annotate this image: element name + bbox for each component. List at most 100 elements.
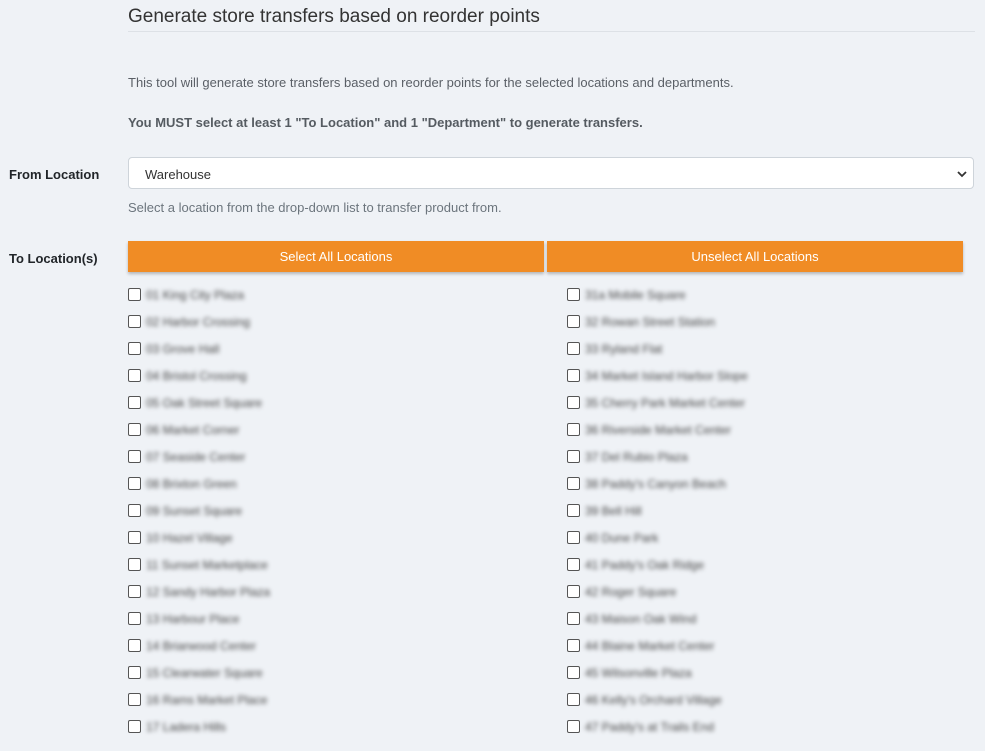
location-checkbox[interactable] [567, 531, 580, 544]
location-option[interactable]: 09 Sunset Square [128, 497, 270, 524]
location-option[interactable]: 39 Bell Hill [567, 497, 748, 524]
location-label: 41 Paddy's Oak Ridge [585, 557, 705, 572]
location-label: 14 Briarwood Center [146, 638, 257, 653]
from-location-select[interactable]: Warehouse [128, 157, 974, 189]
location-option[interactable]: 36 Riverside Market Center [567, 416, 748, 443]
title-divider [128, 31, 975, 32]
location-option[interactable]: 41 Paddy's Oak Ridge [567, 551, 748, 578]
location-checkbox[interactable] [567, 342, 580, 355]
location-checkbox[interactable] [567, 639, 580, 652]
location-label: 08 Brixton Green [146, 476, 237, 491]
location-label: 44 Blaine Market Center [585, 638, 715, 653]
location-label: 15 Clearwater Square [146, 665, 263, 680]
location-checkbox[interactable] [128, 585, 141, 598]
location-checkbox[interactable] [128, 504, 141, 517]
location-option[interactable]: 13 Harbour Place [128, 605, 270, 632]
location-checkbox[interactable] [567, 504, 580, 517]
location-checkbox[interactable] [128, 423, 141, 436]
location-checkbox[interactable] [128, 720, 141, 733]
location-checkbox[interactable] [567, 477, 580, 490]
location-label: 11 Sunset Marketplace [146, 557, 268, 572]
location-checkbox[interactable] [567, 396, 580, 409]
unselect-all-locations-button[interactable]: Unselect All Locations [547, 241, 963, 272]
from-location-value: Warehouse [145, 167, 211, 182]
location-option[interactable]: 47 Paddy's at Trails End [567, 713, 748, 740]
location-checkbox[interactable] [128, 396, 141, 409]
location-checkbox[interactable] [128, 639, 141, 652]
location-option[interactable]: 15 Clearwater Square [128, 659, 270, 686]
location-checkbox[interactable] [128, 288, 141, 301]
location-option[interactable]: 01 King City Plaza [128, 281, 270, 308]
location-option[interactable]: 31a Mobile Square [567, 281, 748, 308]
location-label: 06 Market Corner [146, 422, 240, 437]
location-checkbox[interactable] [128, 450, 141, 463]
location-label: 47 Paddy's at Trails End [585, 719, 715, 734]
location-label: 39 Bell Hill [585, 503, 642, 518]
location-checkbox[interactable] [128, 477, 141, 490]
location-option[interactable]: 03 Grove Hall [128, 335, 270, 362]
location-checkbox[interactable] [128, 558, 141, 571]
location-label: 32 Rowan Street Station [585, 314, 716, 329]
location-label: 13 Harbour Place [146, 611, 240, 626]
location-option[interactable]: 32 Rowan Street Station [567, 308, 748, 335]
location-option[interactable]: 12 Sandy Harbor Plaza [128, 578, 270, 605]
location-option[interactable]: 35 Cherry Park Market Center [567, 389, 748, 416]
location-label: 38 Paddy's Canyon Beach [585, 476, 727, 491]
location-checkbox[interactable] [567, 720, 580, 733]
location-checkbox[interactable] [567, 423, 580, 436]
location-checkbox[interactable] [567, 666, 580, 679]
location-option[interactable]: 02 Harbor Crossing [128, 308, 270, 335]
location-option[interactable]: 06 Market Corner [128, 416, 270, 443]
location-label: 43 Maison Oak Wind [585, 611, 697, 626]
location-label: 10 Hazel Village [146, 530, 233, 545]
page-title: Generate store transfers based on reorde… [128, 6, 540, 27]
location-checkbox[interactable] [567, 450, 580, 463]
location-checkbox[interactable] [128, 693, 141, 706]
location-option[interactable]: 17 Ladera Hills [128, 713, 270, 740]
location-checkbox[interactable] [128, 612, 141, 625]
location-checkbox[interactable] [567, 693, 580, 706]
location-option[interactable]: 38 Paddy's Canyon Beach [567, 470, 748, 497]
location-option[interactable]: 45 Wilsonville Plaza [567, 659, 748, 686]
to-locations-label: To Location(s) [9, 251, 98, 266]
select-all-locations-button[interactable]: Select All Locations [128, 241, 544, 272]
location-label: 35 Cherry Park Market Center [585, 395, 746, 410]
location-label: 31a Mobile Square [585, 287, 686, 302]
warning-text: You MUST select at least 1 "To Location"… [128, 115, 643, 130]
location-checkbox[interactable] [567, 288, 580, 301]
location-option[interactable]: 33 Ryland Flat [567, 335, 748, 362]
location-option[interactable]: 14 Briarwood Center [128, 632, 270, 659]
location-option[interactable]: 07 Seaside Center [128, 443, 270, 470]
location-label: 05 Oak Street Square [146, 395, 263, 410]
location-label: 12 Sandy Harbor Plaza [146, 584, 271, 599]
location-option[interactable]: 40 Dune Park [567, 524, 748, 551]
location-label: 02 Harbor Crossing [146, 314, 251, 329]
location-checkbox[interactable] [128, 666, 141, 679]
location-option[interactable]: 08 Brixton Green [128, 470, 270, 497]
location-option[interactable]: 10 Hazel Village [128, 524, 270, 551]
location-option[interactable]: 05 Oak Street Square [128, 389, 270, 416]
location-checkbox[interactable] [567, 585, 580, 598]
location-checkbox[interactable] [567, 558, 580, 571]
location-option[interactable]: 11 Sunset Marketplace [128, 551, 270, 578]
location-checkbox[interactable] [128, 369, 141, 382]
location-label: 01 King City Plaza [146, 287, 245, 302]
location-checkbox[interactable] [567, 315, 580, 328]
location-option[interactable]: 46 Kelly's Orchard Village [567, 686, 748, 713]
location-option[interactable]: 43 Maison Oak Wind [567, 605, 748, 632]
location-option[interactable]: 37 Del Rubio Plaza [567, 443, 748, 470]
from-location-label: From Location [9, 167, 100, 182]
location-option[interactable]: 34 Market Island Harbor Slope [567, 362, 748, 389]
location-label: 07 Seaside Center [146, 449, 246, 464]
location-checkbox[interactable] [567, 369, 580, 382]
location-checkbox[interactable] [128, 342, 141, 355]
location-checkbox[interactable] [567, 612, 580, 625]
location-label: 46 Kelly's Orchard Village [585, 692, 722, 707]
location-option[interactable]: 42 Roger Square [567, 578, 748, 605]
location-option[interactable]: 04 Bristol Crossing [128, 362, 270, 389]
location-option[interactable]: 16 Rams Market Place [128, 686, 270, 713]
location-option[interactable]: 44 Blaine Market Center [567, 632, 748, 659]
location-label: 42 Roger Square [585, 584, 677, 599]
location-checkbox[interactable] [128, 315, 141, 328]
location-checkbox[interactable] [128, 531, 141, 544]
